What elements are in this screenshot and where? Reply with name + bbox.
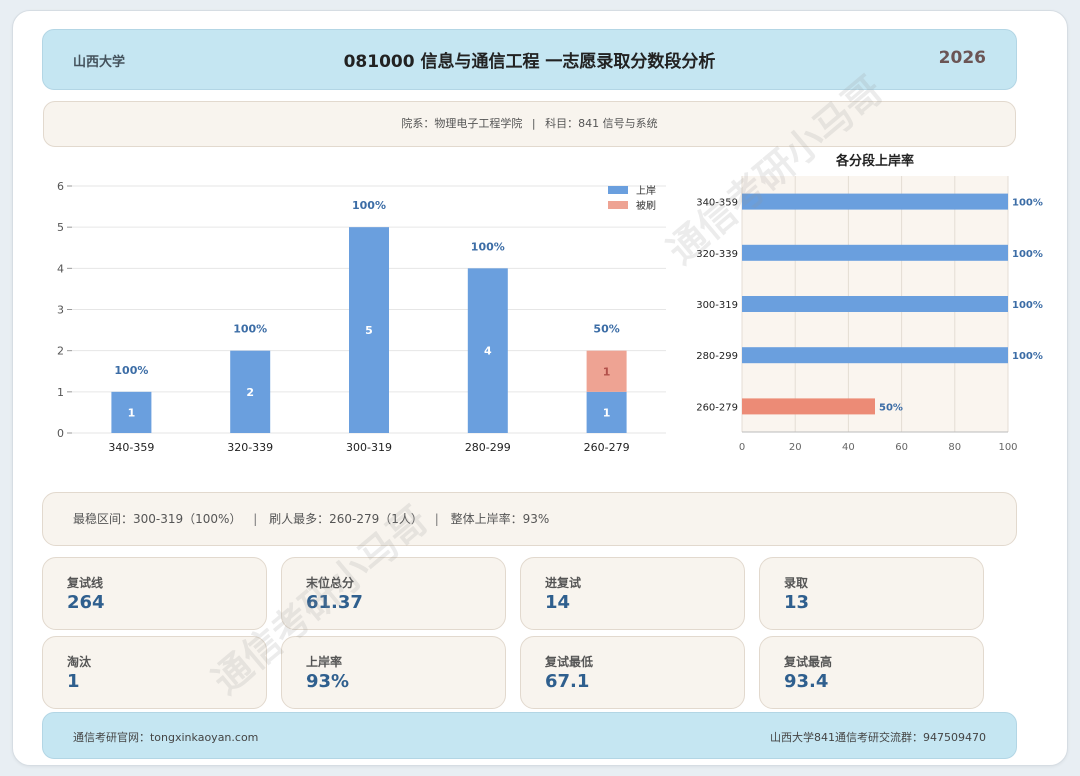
summary-most-cut: 刷人最多：260-279（1人） (269, 512, 423, 526)
summary-sep: | (434, 512, 439, 526)
bar-value-label: 5 (365, 324, 373, 337)
x-tick-label: 300-319 (346, 441, 392, 454)
legend-swatch (608, 186, 628, 194)
y-tick-label: 2 (57, 345, 64, 358)
rate-label: 100% (233, 323, 267, 336)
stat-label: 复试线 (67, 576, 104, 590)
y-tick-label: 5 (57, 221, 64, 234)
y-tick-label: 3 (57, 304, 64, 317)
x-tick-label: 60 (895, 442, 908, 453)
summary-stable: 最稳区间：300-319（100%） (73, 512, 242, 526)
y-category-label: 280-299 (696, 351, 738, 362)
summary-overall: 整体上岸率：93% (450, 512, 550, 526)
bar-value-label: 1 (603, 406, 611, 419)
x-tick-label: 280-299 (465, 441, 511, 454)
stat-label: 末位总分 (306, 576, 355, 590)
rate-label: 50% (593, 323, 619, 336)
rate-bar (742, 193, 1008, 210)
stat-value: 1 (67, 671, 80, 692)
stat-card: 上岸率 93% (281, 636, 506, 709)
footer-group: 山西大学841通信考研交流群：947509470 (770, 731, 986, 744)
stat-value: 14 (545, 592, 571, 613)
stat-card: 录取 13 (759, 557, 984, 630)
legend-label: 上岸 (636, 185, 656, 197)
stat-card: 进复试 14 (520, 557, 745, 630)
stat-label: 淘汰 (67, 655, 92, 669)
bar-value-label: 1 (128, 406, 136, 419)
x-tick-label: 40 (842, 442, 855, 453)
rate-bar (742, 296, 1008, 312)
rate-value-label: 100% (1012, 300, 1043, 311)
stat-card: 末位总分 61.37 (281, 557, 506, 630)
rate-value-label: 100% (1012, 351, 1043, 362)
legend-swatch (608, 201, 628, 209)
stat-card: 复试最低 67.1 (520, 636, 745, 709)
rate-label: 100% (352, 199, 386, 212)
x-tick-label: 100 (998, 442, 1017, 453)
stat-value: 67.1 (545, 671, 590, 692)
stat-card: 复试线 264 (42, 557, 267, 630)
x-tick-label: 80 (948, 442, 961, 453)
stat-label: 上岸率 (306, 655, 343, 669)
legend-label: 被刷 (636, 199, 656, 212)
x-tick-label: 0 (739, 442, 745, 453)
y-category-label: 260-279 (696, 402, 738, 413)
stat-label: 复试最高 (784, 655, 833, 669)
stat-label: 进复试 (545, 576, 582, 590)
stat-value: 61.37 (306, 592, 363, 613)
rate-value-label: 100% (1012, 198, 1043, 209)
stat-value: 13 (784, 592, 810, 613)
y-tick-label: 0 (57, 427, 64, 440)
summary-sep: | (253, 512, 258, 526)
stat-card: 淘汰 1 (42, 636, 267, 709)
x-tick-label: 320-339 (227, 441, 273, 454)
x-tick-label: 340-359 (108, 441, 154, 454)
rate-label: 100% (114, 364, 148, 377)
x-tick-label: 260-279 (584, 441, 630, 454)
y-tick-label: 6 (57, 180, 64, 193)
rate-value-label: 100% (1012, 249, 1043, 260)
rate-label: 100% (471, 240, 505, 253)
stacked-bar-chart: 0 1 2 3 4 5 6 1 100% 340-359 2 100% 320-339 5 100% 300-… (57, 180, 666, 454)
stat-value: 264 (67, 592, 105, 613)
stat-label: 复试最低 (545, 655, 594, 669)
footer-website: 通信考研官网：tongxinkaoyan.com (73, 731, 259, 744)
stat-value: 93.4 (784, 671, 829, 692)
rate-bar (742, 398, 875, 415)
bar-value-label: 4 (484, 345, 492, 358)
rate-value-label: 50% (879, 402, 903, 413)
stat-label: 录取 (784, 576, 809, 590)
stat-value: 93% (306, 671, 350, 692)
x-tick-label: 20 (789, 442, 802, 453)
footer-banner: 通信考研官网：tongxinkaoyan.com 山西大学841通信考研交流群：… (42, 712, 1017, 759)
y-tick-label: 4 (57, 262, 64, 275)
stat-card: 复试最高 93.4 (759, 636, 984, 709)
y-category-label: 340-359 (696, 198, 738, 209)
rate-bar (742, 244, 1008, 261)
y-category-label: 300-319 (696, 300, 738, 311)
summary-bar: 最稳区间：300-319（100%） | 刷人最多：260-279（1人） | … (42, 492, 1017, 546)
bar-value-label: 2 (246, 386, 254, 399)
chart-title: 各分段上岸率 (835, 153, 914, 169)
y-category-label: 320-339 (696, 249, 738, 260)
rate-bar (742, 347, 1008, 364)
rate-bar-chart: 各分段上岸率 0 20 40 60 80 100 100% 340-359 100% 320-339… (696, 153, 1043, 453)
y-tick-label: 1 (57, 386, 64, 399)
bar-value-label: 1 (603, 365, 611, 378)
